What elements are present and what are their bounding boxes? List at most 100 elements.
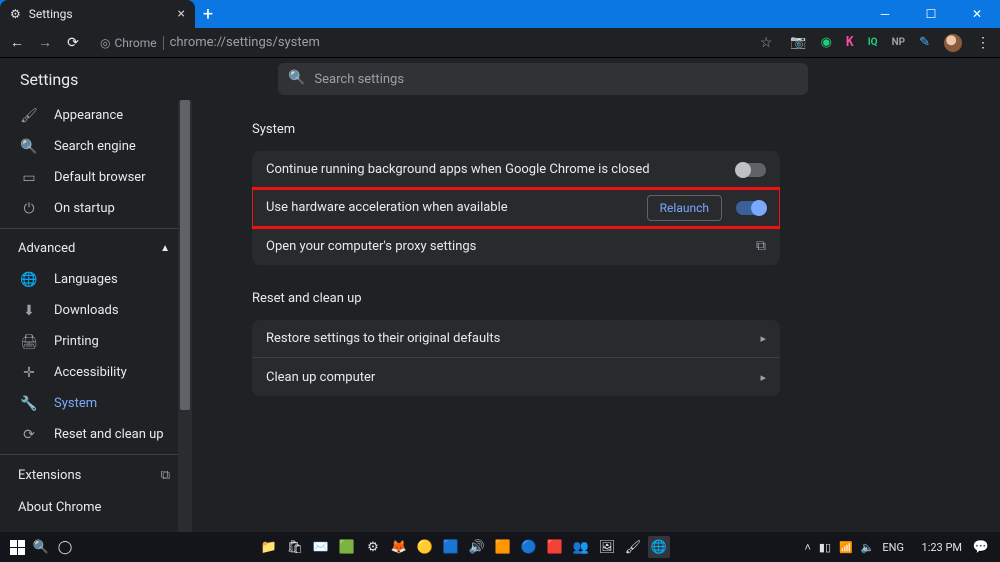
- back-button[interactable]: ←: [8, 34, 26, 51]
- sidebar-item-about[interactable]: About Chrome: [0, 491, 192, 523]
- close-window-button[interactable]: ✕: [954, 0, 1000, 28]
- row-restore-defaults[interactable]: Restore settings to their original defau…: [252, 320, 780, 358]
- settings-search-input[interactable]: [278, 63, 808, 95]
- sidebar-section-label: Advanced: [18, 241, 75, 256]
- section-title-reset: Reset and clean up: [252, 291, 1000, 306]
- forward-button[interactable]: →: [36, 34, 54, 51]
- reset-icon: ⟳: [20, 427, 38, 443]
- tray-chevron-icon[interactable]: ˄: [804, 541, 810, 554]
- close-tab-icon[interactable]: ×: [178, 6, 185, 22]
- file-explorer-icon[interactable]: 📁: [258, 536, 280, 558]
- site-identity-label: Chrome: [114, 36, 156, 50]
- sidebar-scrollbar[interactable]: [178, 100, 192, 532]
- sidebar-item-default-browser[interactable]: ▭ Default browser: [0, 162, 192, 193]
- sidebar-item-label: On startup: [54, 201, 115, 216]
- power-icon: ⏻: [20, 201, 38, 217]
- sidebar-item-label: Languages: [54, 272, 118, 287]
- taskbar-clock[interactable]: 1:23 PM: [912, 541, 962, 554]
- address-bar[interactable]: ◎ Chrome chrome://settings/system ☆: [92, 32, 780, 54]
- iq-extension-icon[interactable]: IQ: [868, 37, 878, 48]
- sidebar-item-printing[interactable]: 🖨 Printing: [0, 326, 192, 357]
- teams-icon[interactable]: 👥: [570, 536, 592, 558]
- sidebar-item-label: Printing: [54, 334, 99, 349]
- chevron-right-icon: ▸: [760, 332, 766, 345]
- row-hardware-acceleration[interactable]: Use hardware acceleration when available…: [252, 189, 780, 227]
- edge-icon[interactable]: 🔵: [518, 536, 540, 558]
- app-icon[interactable]: 🟥: [544, 536, 566, 558]
- language-indicator[interactable]: ENG: [882, 541, 904, 554]
- sidebar-item-reset[interactable]: ⟳ Reset and clean up: [0, 419, 192, 450]
- np-extension-icon[interactable]: NP: [892, 37, 906, 48]
- chrome-taskbar-icon[interactable]: 🌐: [648, 536, 670, 558]
- relaunch-button[interactable]: Relaunch: [647, 195, 722, 221]
- row-proxy-settings[interactable]: Open your computer's proxy settings ⧉: [252, 227, 780, 265]
- sidebar-item-accessibility[interactable]: ✛ Accessibility: [0, 357, 192, 388]
- toggle-hardware-acceleration[interactable]: [736, 201, 766, 215]
- search-icon: 🔍: [20, 139, 38, 155]
- row-background-apps[interactable]: Continue running background apps when Go…: [252, 151, 780, 189]
- app-icon[interactable]: 🟧: [492, 536, 514, 558]
- firefox-icon[interactable]: 🦊: [388, 536, 410, 558]
- settings-icon[interactable]: ⚙: [362, 536, 384, 558]
- start-button[interactable]: [6, 536, 28, 558]
- system-tray: ˄ ▮▯ 📶 🔈 ENG 1:23 PM 💬: [804, 536, 994, 558]
- minimize-button[interactable]: ─: [862, 0, 908, 28]
- reload-button[interactable]: ⟳: [64, 35, 82, 51]
- row-label: Clean up computer: [266, 370, 760, 385]
- sidebar-item-label: About Chrome: [18, 500, 101, 515]
- profile-avatar[interactable]: [944, 34, 962, 52]
- site-identity-chip[interactable]: ◎ Chrome: [100, 36, 157, 50]
- camera-extension-icon[interactable]: 📷: [790, 35, 806, 50]
- taskbar-apps: 📁 🛍 ✉️ 🟩 ⚙ 🦊 🟡 🟦 🔊 🟧 🔵 🟥 👥 🖼 🖌 🌐: [258, 536, 670, 558]
- sidebar-item-system[interactable]: 🔧 System: [0, 388, 192, 419]
- toggle-background-apps[interactable]: [736, 163, 766, 177]
- mail-icon[interactable]: ✉️: [310, 536, 332, 558]
- app-icon[interactable]: 🖼: [596, 536, 618, 558]
- settings-title: Settings: [20, 70, 78, 89]
- google-icon[interactable]: 🟡: [414, 536, 436, 558]
- sidebar-item-label: Accessibility: [54, 365, 127, 380]
- task-view-icon[interactable]: ◯: [54, 536, 76, 558]
- download-icon: ⬇: [20, 303, 38, 319]
- row-label: Open your computer's proxy settings: [266, 239, 756, 254]
- grammarly-extension-icon[interactable]: ◉: [821, 35, 832, 50]
- k-extension-icon[interactable]: K: [846, 35, 854, 50]
- sidebar-item-extensions[interactable]: Extensions ⧉: [0, 459, 192, 491]
- settings-app: Settings 🔍 🖌 Appearance 🔍 Search engine …: [0, 58, 1000, 532]
- reset-card: Restore settings to their original defau…: [252, 320, 780, 396]
- store-icon[interactable]: 🛍: [284, 536, 306, 558]
- gear-icon: ⚙: [10, 7, 21, 21]
- sidebar-item-search-engine[interactable]: 🔍 Search engine: [0, 131, 192, 162]
- browser-menu-icon[interactable]: ⋮: [976, 35, 988, 51]
- app-icon[interactable]: 🖌: [622, 536, 644, 558]
- browser-tab-settings[interactable]: ⚙ Settings ×: [0, 0, 195, 28]
- app-icon[interactable]: 🟩: [336, 536, 358, 558]
- scrollbar-thumb[interactable]: [180, 100, 190, 410]
- wifi-icon[interactable]: 📶: [839, 541, 853, 554]
- sidebar-item-languages[interactable]: 🌐 Languages: [0, 264, 192, 295]
- sidebar-item-downloads[interactable]: ⬇ Downloads: [0, 295, 192, 326]
- taskbar-search-icon[interactable]: 🔍: [30, 536, 52, 558]
- action-center-icon[interactable]: 💬: [970, 536, 992, 558]
- window-tabstrip: ⚙ Settings × + ─ ☐ ✕: [0, 0, 1000, 28]
- sidebar-item-on-startup[interactable]: ⏻ On startup: [0, 193, 192, 224]
- sidebar-section-advanced[interactable]: Advanced ▲: [0, 233, 192, 264]
- bookmark-star-icon[interactable]: ☆: [760, 35, 773, 51]
- sidebar-item-appearance[interactable]: 🖌 Appearance: [0, 100, 192, 131]
- printer-icon: 🖨: [20, 334, 38, 350]
- maximize-button[interactable]: ☐: [908, 0, 954, 28]
- settings-search[interactable]: 🔍: [278, 63, 808, 95]
- open-external-icon: ⧉: [756, 238, 766, 254]
- globe-icon: 🌐: [20, 272, 38, 288]
- app-icon[interactable]: 🟦: [440, 536, 462, 558]
- battery-icon[interactable]: ▮▯: [819, 541, 831, 554]
- sidebar-item-label: Downloads: [54, 303, 119, 318]
- row-cleanup-computer[interactable]: Clean up computer ▸: [252, 358, 780, 396]
- window-controls: ─ ☐ ✕: [862, 0, 1000, 28]
- chevron-up-icon: ▲: [160, 243, 170, 254]
- volume-icon[interactable]: 🔊: [466, 536, 488, 558]
- new-tab-button[interactable]: +: [195, 0, 221, 28]
- accessibility-icon: ✛: [20, 365, 38, 381]
- pen-extension-icon[interactable]: ✎: [919, 35, 930, 50]
- sound-icon[interactable]: 🔈: [861, 541, 875, 554]
